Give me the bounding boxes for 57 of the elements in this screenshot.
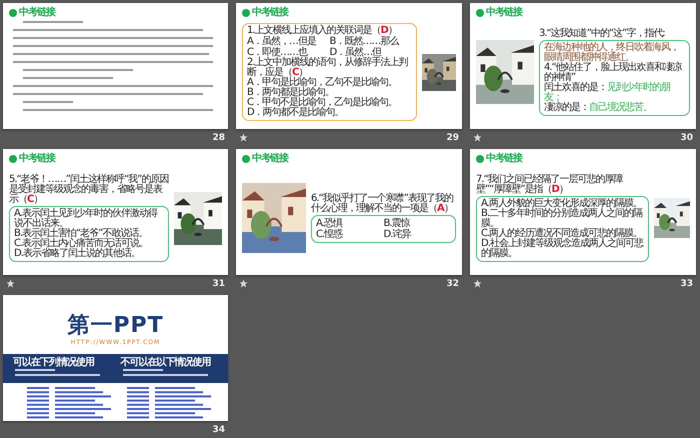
option-text: C.惶惑 [316,228,344,240]
answer-text: 凄凉的是：自己境况悲苦。 [544,102,653,112]
option-text: C.两人的经历遭况不同造成可悲的隔膜。 [481,228,642,238]
slide-number: 30 [680,132,693,142]
question-text: 1.上文横线上应填入的关联词是（D） [247,26,398,36]
section-heading: 不可以在以下情况使用 [120,357,212,368]
slide-thumbnail[interactable]: 中考链接 3.“这我知道”中的“这”字，指代: 在海边种地的人，终日吹着海风，眼睛周围都肿得通红。 4.“他站住了，脸上现出欢喜和凄凉的神情” 闰土欢喜的是：见到少年时的朋友； 凄凉的是：自己境况悲苦。 [470,3,696,129]
option-text: B．既然……那么 [330,36,400,47]
logo-text: 第一PPT [67,315,164,337]
slide-number: 28 [212,132,225,142]
option-text: D．两句都不是比喻句。 [247,108,345,118]
option-text: A.表示闰土见到少年时的伙伴激动得说不出话来。 [14,208,158,228]
slide-thumbnail[interactable]: 中考链接 7.“我们之间已经隔了一层可悲的厚障壁”“厚障壁”是指（D） A.两人外貌的巨大变化形成深厚的隔膜。 B.二十多年时间的分别造成两人之间的隔膜。 C.两人的经历遭况不同造成可悲的隔膜。 D.社会上封建等级观念造成两人之间可悲的隔膜。 [470,149,696,275]
option-text: B.表示闰土害怕“老爷”不敢说话。 [14,228,148,238]
option-text: B.震惊 [384,218,412,228]
option-text: A．甲句是比喻句，乙句不是比喻句。 [247,78,398,88]
section-heading: 可以在下列情况使用 [13,357,96,368]
slide-number: 29 [446,132,459,142]
question-text: 7.“我们之间已经隔了一层可悲的厚障壁”“厚障壁”是指（D） [476,174,624,194]
option-text: C．即使……也 [247,47,308,58]
slide-thumbnail[interactable]: 中考链接 5.“老爷！……”闰土这样称呼“我”的原因是受封建等级观念的毒害，省略号是表示（C） A.表示闰土见到少年时的伙伴激动得说不出话来。 B.表示闰土害怕“老爷”不敢说话。 C.表示闰土内心痛苦而无话可说。 D.表示省略了闰土说的其他话。 [3,149,228,275]
question-text: 6.“我似乎打了一个寒噤”表现了我的什么心理，理解不当的一项是（A） [311,194,454,214]
slide-title: 中考链接 [252,154,288,164]
bullet-icon [476,154,484,162]
bullet-icon [242,154,250,162]
option-text: A.两人外貌的巨大变化形成深厚的隔膜。 [481,198,642,208]
option-text: A.恐惧 [316,218,344,228]
answer-text: 闰土欢喜的是：见到少年时的朋友； [544,82,671,102]
option-text: C．甲句不是比喻句，乙句是比喻句。 [247,98,398,108]
option-text: D.表示省略了闰土说的其他话。 [14,248,141,258]
slide-number: 33 [680,278,693,288]
slide-title: 中考链接 [486,8,522,18]
slide-thumbnail[interactable]: 中考链接 6.“我似乎打了一个寒噤”表现了我的什么心理，理解不当的一项是（A） A.恐惧 B.震惊 C.惶惑 D.诧异 [236,149,462,275]
slide-title: 中考链接 [252,8,288,18]
slide-number: 32 [446,278,459,288]
option-text: C.表示闰土内心痛苦而无话可说。 [14,238,150,248]
bullet-icon [9,154,17,162]
answer-text: 在海边种地的人，终日吹着海风，眼睛周围都肿得通红。 [544,42,679,62]
option-text: D．虽然…但 [330,47,382,58]
slide-title: 中考链接 [486,154,522,164]
option-text: B．两句都是比喻句。 [247,88,334,98]
question-text: 3.“这我知道”中的“这”字，指代: [539,28,666,38]
question-text: 2.上文中加横线的语句，从修辞手法上判断，应是（C） [247,58,409,78]
option-text: D.诧异 [384,228,412,240]
bullet-icon [9,8,17,16]
bullet-icon [242,8,250,16]
question-text: 5.“老爷！……”闰土这样称呼“我”的原因是受封建等级观念的毒害，省略号是表示（C） [9,174,169,204]
slide-title: 中考链接 [19,8,55,18]
slide-thumbnail[interactable]: 中考链接 1.上文横线上应填入的关联词是（D） A．虽然，…但是 B．既然……那么 C．即使……也 D．虽然…但 2.上文中加横线的语句，从修辞手法上判断，应是（C） A．甲句是比喻句，乙句不是比喻句。 B．两句都是比喻句。 C．甲句不是比喻句，乙句是比喻句。 D．两句都不是比喻句。 [236,3,462,129]
slide-number: 31 [212,278,225,288]
option-text: A．虽然，…但是 [247,36,318,47]
question-text: 4.“他站住了，脸上现出欢喜和凄凉的神情” [544,62,683,82]
bullet-icon [476,8,484,16]
option-text: B.二十多年时间的分别造成两人之间的隔膜。 [481,208,644,228]
slide-number: 34 [212,424,225,434]
slide-title: 中考链接 [19,154,55,164]
option-text: D.社会上封建等级观念造成两人之间可悲的隔膜。 [481,238,644,258]
